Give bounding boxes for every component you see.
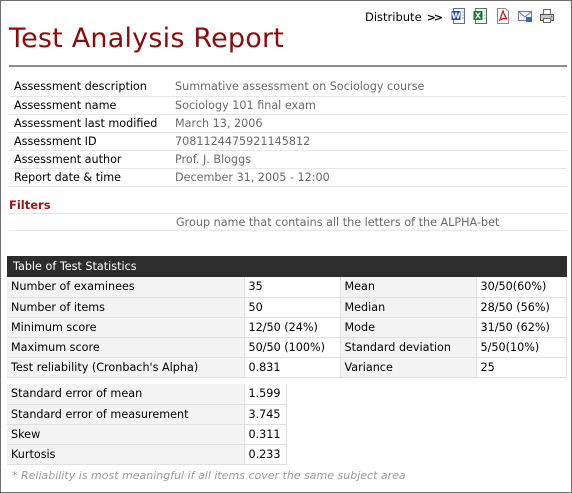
stat-label: Standard error of measurement — [7, 404, 245, 425]
filters-value: Group name that contains all the letters… — [9, 213, 567, 231]
distribute-label[interactable]: Distribute — [365, 10, 422, 24]
stat-value: 0.311 — [244, 424, 287, 445]
info-value: December 31, 2005 - 12:00 — [171, 168, 567, 187]
stat-value: 50/50 (100%) — [244, 337, 341, 358]
stat-label: Test reliability (Cronbach's Alpha) — [7, 357, 245, 378]
stat-label: Number of items — [7, 297, 245, 318]
stat-label: Mode — [340, 317, 477, 338]
info-row: Assessment description Summative assessm… — [9, 78, 567, 97]
info-label: Assessment name — [9, 96, 171, 115]
stat-value: 3.745 — [244, 404, 287, 425]
info-row: Assessment ID 7081124475921145812 — [9, 132, 567, 151]
stat-value: 30/50(60%) — [476, 277, 567, 298]
stats-table-heading: Table of Test Statistics — [7, 256, 567, 277]
info-label: Assessment author — [9, 150, 171, 169]
info-value: 7081124475921145812 — [171, 132, 567, 151]
stat-value: 35 — [244, 277, 341, 298]
distribute-menu[interactable]: Distribute >> — [365, 9, 444, 25]
info-value: Summative assessment on Sociology course — [171, 78, 567, 97]
page-title: Test Analysis Report — [9, 23, 285, 54]
stat-label: Maximum score — [7, 337, 245, 358]
word-export-icon[interactable]: W — [451, 8, 467, 24]
info-label: Assessment description — [9, 78, 171, 97]
export-toolbar: W X — [451, 8, 555, 24]
stat-label: Mean — [340, 277, 477, 298]
reliability-footnote: * Reliability is most meaningful if all … — [12, 469, 406, 482]
svg-text:X: X — [475, 12, 482, 21]
error-statistics-table: Standard error of mean 1.599 Standard er… — [7, 384, 287, 465]
info-row: Assessment last modified March 13, 2006 — [9, 114, 567, 133]
info-value: Sociology 101 final exam — [171, 96, 567, 115]
info-row: Report date & time December 31, 2005 - 1… — [9, 168, 567, 187]
table-row: Number of items 50 Median 28/50 (56%) — [7, 297, 567, 318]
stat-value: 50 — [244, 297, 341, 318]
stat-label: Variance — [340, 357, 477, 378]
stat-label: Standard error of mean — [7, 384, 245, 405]
info-value: Prof. J. Bloggs — [171, 150, 567, 169]
stat-value: 25 — [476, 357, 567, 378]
info-value: March 13, 2006 — [171, 114, 567, 133]
pdf-export-icon[interactable] — [495, 8, 511, 24]
stat-label: Skew — [7, 424, 245, 445]
table-row: Test reliability (Cronbach's Alpha) 0.83… — [7, 357, 567, 378]
info-row: Assessment author Prof. J. Bloggs — [9, 150, 567, 169]
email-icon[interactable] — [517, 8, 533, 24]
stat-value: 5/50(10%) — [476, 337, 567, 358]
table-row: Standard error of mean 1.599 — [7, 384, 287, 405]
stat-value: 28/50 (56%) — [476, 297, 567, 318]
report-window: Distribute >> W X Test Analysis Report A… — [0, 0, 572, 493]
stat-value: 1.599 — [244, 384, 287, 405]
info-label: Assessment ID — [9, 132, 171, 151]
stat-value: 0.831 — [244, 357, 341, 378]
info-label: Assessment last modified — [9, 114, 171, 133]
table-row: Kurtosis 0.233 — [7, 444, 287, 465]
title-divider — [9, 65, 567, 67]
stat-value: 12/50 (24%) — [244, 317, 341, 338]
table-row: Maximum score 50/50 (100%) Standard devi… — [7, 337, 567, 358]
print-icon[interactable] — [539, 8, 555, 24]
assessment-info-table: Assessment description Summative assessm… — [9, 78, 567, 187]
stat-label: Number of examinees — [7, 277, 245, 298]
table-row: Minimum score 12/50 (24%) Mode 31/50 (62… — [7, 317, 567, 338]
stat-label: Standard deviation — [340, 337, 477, 358]
svg-text:W: W — [452, 12, 461, 21]
info-row: Assessment name Sociology 101 final exam — [9, 96, 567, 115]
stat-value: 31/50 (62%) — [476, 317, 567, 338]
test-statistics-table: Number of examinees 35 Mean 30/50(60%) N… — [7, 277, 567, 378]
stat-value: 0.233 — [244, 444, 287, 465]
stat-label: Kurtosis — [7, 444, 245, 465]
stat-label: Minimum score — [7, 317, 245, 338]
table-row: Skew 0.311 — [7, 424, 287, 445]
table-row: Standard error of measurement 3.745 — [7, 404, 287, 425]
table-row: Number of examinees 35 Mean 30/50(60%) — [7, 277, 567, 298]
stat-label: Median — [340, 297, 477, 318]
chevron-double-right-icon[interactable]: >> — [427, 11, 444, 24]
info-label: Report date & time — [9, 168, 171, 187]
excel-export-icon[interactable]: X — [473, 8, 489, 24]
filters-heading: Filters — [9, 198, 51, 212]
